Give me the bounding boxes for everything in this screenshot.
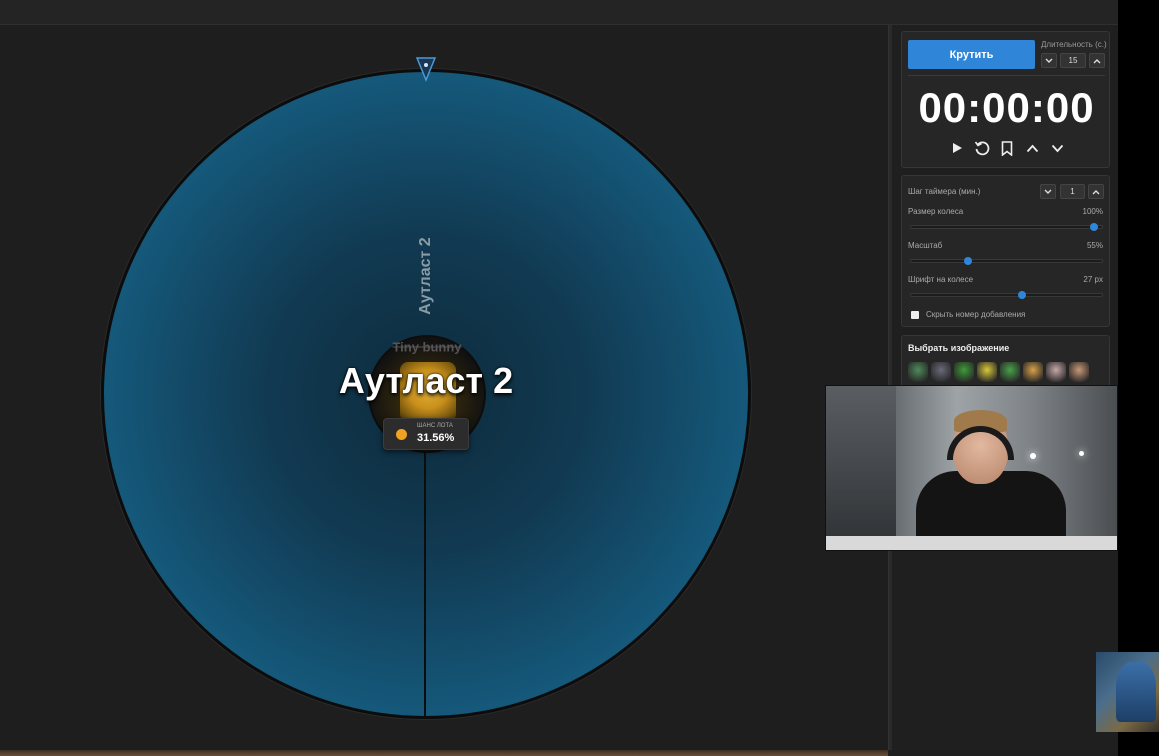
dragon-figure (1116, 662, 1156, 722)
wheel-font-thumb[interactable] (1017, 291, 1026, 299)
top-bar (0, 0, 1118, 25)
chevron-up-icon (1026, 144, 1038, 152)
timer-controls (949, 140, 1065, 156)
wheel-size-thumb[interactable] (1090, 223, 1099, 231)
timer-step-input[interactable]: 1 (1060, 184, 1085, 199)
webcam-overlay (825, 385, 1118, 551)
wheel-slice-divider (424, 451, 426, 717)
panel-separator (908, 75, 1105, 76)
reset-button[interactable] (974, 140, 990, 156)
timer-step-decrease-button[interactable] (1040, 184, 1056, 199)
wheel-slice-label: Аутласт 2 (417, 237, 434, 315)
lot-chance-badge: ШАНС ЛОТА 31.56% (383, 418, 469, 450)
chevron-down-icon (1045, 58, 1053, 63)
scale-label: Масштаб (908, 241, 943, 250)
chevron-down-icon (1044, 189, 1052, 194)
sticker-option[interactable] (954, 362, 974, 382)
chevron-up-icon (1092, 189, 1100, 194)
wheel-size-value: 100% (1082, 207, 1103, 216)
ceiling-light (1030, 453, 1036, 459)
sticker-option[interactable] (908, 362, 928, 382)
chance-dot-icon (396, 429, 407, 440)
wheel-font-slider[interactable] (910, 291, 1103, 299)
bottom-strip (0, 750, 888, 756)
timer-display: 00:00:00 (918, 84, 1095, 131)
image-panel-title: Выбрать изображение (908, 343, 1010, 353)
wheel-pointer-icon (416, 57, 436, 82)
duration-decrease-button[interactable] (1041, 53, 1057, 68)
timer-step-label: Шаг таймера (мин.) (908, 187, 981, 196)
corner-overlay-image (1096, 652, 1159, 732)
sticker-option[interactable] (1046, 362, 1066, 382)
duration-increase-button[interactable] (1089, 53, 1105, 68)
desk (826, 536, 1117, 550)
duration-input[interactable]: 15 (1060, 53, 1086, 68)
spin-panel: Крутить Длительность (с.) 15 00:00:00 (901, 31, 1110, 168)
ceiling-light (1079, 451, 1084, 456)
wheel-font-label: Шрифт на колесе (908, 275, 974, 284)
webcam-background (826, 386, 896, 550)
bookmark-icon (1001, 140, 1013, 156)
play-icon (953, 143, 962, 153)
reset-icon (974, 141, 990, 156)
time-down-button[interactable] (1049, 140, 1065, 156)
sticker-list (908, 362, 1089, 382)
hide-number-label: Скрыть номер добавления (926, 310, 1026, 319)
winner-title: Аутласт 2 (338, 360, 514, 401)
timer-step-increase-button[interactable] (1088, 184, 1104, 199)
sticker-option[interactable] (977, 362, 997, 382)
sticker-option[interactable] (1000, 362, 1020, 382)
sticker-option[interactable] (1023, 362, 1043, 382)
chevron-down-icon (1051, 144, 1063, 152)
wheel-size-slider[interactable] (910, 223, 1103, 231)
time-up-button[interactable] (1024, 140, 1040, 156)
scale-slider[interactable] (910, 257, 1103, 265)
play-button[interactable] (949, 140, 965, 156)
sticker-option[interactable] (931, 362, 951, 382)
spin-button[interactable]: Крутить (908, 40, 1035, 69)
chance-value: 31.56% (417, 432, 455, 444)
hub-previous-lot: Tiny bunny (392, 339, 462, 355)
scale-value: 55% (1086, 241, 1103, 250)
chevron-up-icon (1093, 58, 1101, 63)
wheel-size-label: Размер колеса (908, 207, 964, 216)
chance-caption: ШАНС ЛОТА (417, 423, 453, 429)
scale-thumb[interactable] (964, 257, 973, 265)
sticker-option[interactable] (1069, 362, 1089, 382)
bookmark-button[interactable] (999, 140, 1015, 156)
wheel-app: Аутласт 2 Tiny bunny Аутласт 2 ШАНС ЛОТА… (0, 0, 1118, 756)
hide-number-checkbox[interactable] (911, 311, 919, 319)
duration-label: Длительность (с.) (1041, 40, 1107, 49)
settings-panel: Шаг таймера (мин.) 1 Размер колеса 100% … (901, 175, 1110, 327)
wheel-font-value: 27 px (1083, 275, 1103, 284)
